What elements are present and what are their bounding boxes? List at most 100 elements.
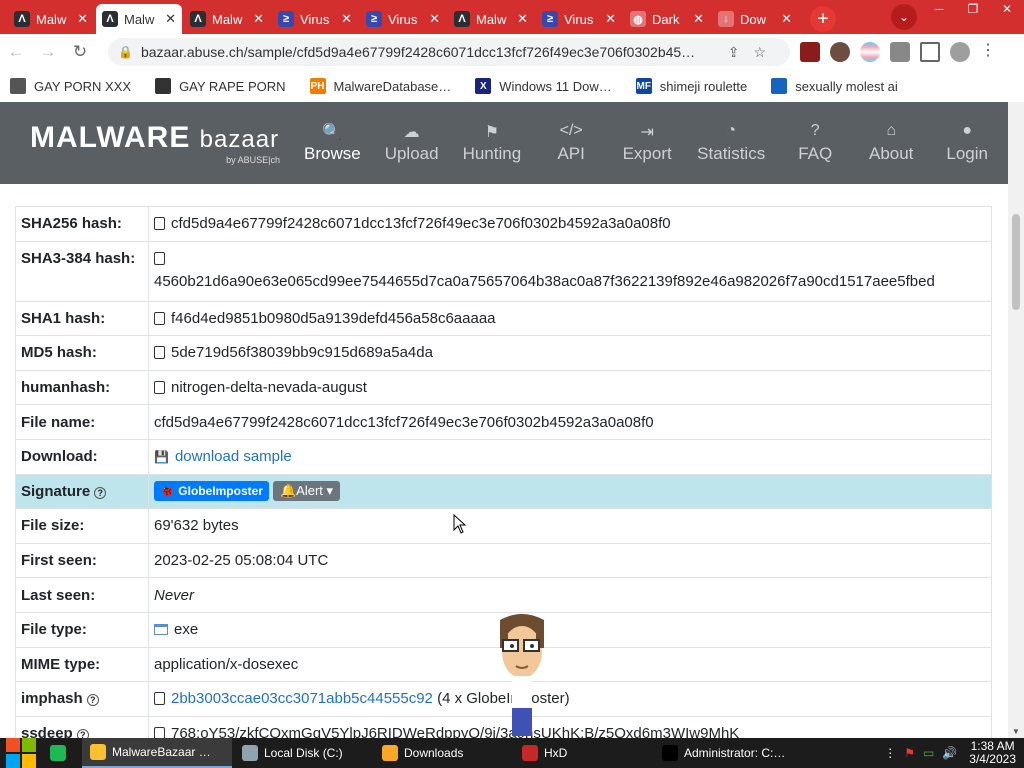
chrome-menu-icon[interactable]: ⋮: [980, 42, 996, 62]
browser-tab[interactable]: ≥ Virus ✕: [360, 4, 446, 34]
bookmark-item[interactable]: PH MalwareDatabase…: [309, 78, 451, 94]
tab-close-icon[interactable]: ✕: [77, 11, 88, 27]
nav-item-hunting[interactable]: ⚑ Hunting: [463, 122, 522, 164]
hxd-icon: [522, 745, 538, 761]
new-tab-button[interactable]: +: [810, 6, 836, 32]
globe-icon: ◍: [630, 11, 646, 27]
volume-icon[interactable]: 🔊: [942, 746, 957, 760]
window-icon: [154, 624, 168, 636]
nav-item-statistics[interactable]: ◔ Statistics: [697, 122, 765, 164]
copy-icon[interactable]: [154, 311, 165, 325]
help-icon[interactable]: ?: [94, 486, 107, 499]
virustotal-icon: ≥: [366, 11, 382, 27]
copy-icon[interactable]: [154, 251, 165, 265]
avatar-extension-icon[interactable]: [830, 42, 850, 62]
help-icon[interactable]: ?: [86, 694, 99, 707]
browser-tab[interactable]: Λ Malw ✕: [184, 4, 270, 34]
tab-close-icon[interactable]: ✕: [341, 11, 352, 27]
green-app-icon: [50, 745, 66, 761]
bookmark-label: GAY PORN XXX: [34, 78, 132, 94]
taskbar-label: Downloads: [404, 746, 464, 760]
tab-search-button[interactable]: ⌄: [891, 4, 917, 30]
profile-avatar[interactable]: [950, 42, 970, 62]
nav-item-browse[interactable]: 🔍 Browse: [304, 122, 361, 164]
url-omnibox[interactable]: 🔒 bazaar.abuse.ch/sample/cfd5d9a4e67799f…: [108, 38, 790, 66]
shimeji-character[interactable]: [494, 612, 550, 738]
taskbar-item[interactable]: MalwareBazaar …: [82, 738, 232, 768]
table-row-signature: Signature? 🐞 GlobeImposter 🔔Alert ▾: [15, 473, 992, 510]
scrollbar-thumb[interactable]: [1012, 214, 1020, 310]
nav-item-login[interactable]: ● Login: [941, 122, 993, 164]
taskbar-item[interactable]: HxD: [514, 738, 652, 768]
nav-label: About: [868, 144, 914, 163]
flag-icon[interactable]: ⚑: [904, 746, 915, 760]
nav-item-about[interactable]: ⌂ About: [865, 122, 917, 164]
tab-close-icon[interactable]: ✕: [517, 11, 528, 27]
browser-tab[interactable]: ≥ Virus ✕: [272, 4, 358, 34]
lastseen-value: Never: [148, 577, 992, 613]
share-bookmark-icons[interactable]: ⇪☆: [728, 44, 780, 61]
reload-button[interactable]: ↻: [64, 42, 96, 62]
network-icon[interactable]: ▭: [923, 746, 934, 760]
bell-icon: 🔔: [279, 483, 297, 499]
tab-close-icon[interactable]: ✕: [693, 11, 704, 27]
back-button[interactable]: ←: [0, 42, 32, 62]
tab-close-icon[interactable]: ✕: [781, 11, 792, 27]
bookmark-item[interactable]: GAY PORN XXX: [10, 78, 131, 94]
imphash-link[interactable]: 2bb3003ccae03cc3071abb5c44555c92: [171, 690, 433, 707]
bookmark-item[interactable]: GAY RAPE PORN: [155, 78, 286, 94]
maximize-button[interactable]: ❐: [956, 0, 990, 18]
lock-icon[interactable]: 🔒: [118, 45, 133, 59]
bookmark-item[interactable]: MF shimeji roulette: [635, 78, 747, 94]
signature-label: Signature: [21, 482, 91, 500]
copy-icon[interactable]: [154, 381, 165, 395]
copy-icon[interactable]: [154, 217, 165, 231]
malware-bazaar-icon: Λ: [190, 11, 206, 27]
browser-tab[interactable]: Λ Malw ✕: [448, 4, 534, 34]
logo-main: MALWARE: [30, 121, 191, 154]
taskbar-item[interactable]: [42, 738, 80, 768]
sidepanel-icon[interactable]: [920, 42, 940, 62]
browser-tab[interactable]: ≥ Virus ✕: [536, 4, 622, 34]
nav-item-faq[interactable]: ? FAQ: [789, 122, 841, 164]
tab-close-icon[interactable]: ✕: [605, 11, 616, 27]
taskbar-item[interactable]: Local Disk (C:): [234, 738, 372, 768]
bookmark-item[interactable]: X Windows 11 Dow…: [475, 78, 612, 94]
copy-icon[interactable]: [154, 692, 165, 706]
ublock-extension-icon[interactable]: [800, 42, 820, 62]
nav-item-upload[interactable]: ☁ Upload: [385, 122, 439, 164]
puzzle-extensions-icon[interactable]: [890, 42, 910, 62]
close-window-button[interactable]: ✕: [990, 0, 1024, 18]
download-sample-link[interactable]: download sample: [175, 448, 292, 465]
start-button[interactable]: [0, 738, 42, 768]
signature-badge[interactable]: 🐞 GlobeImposter: [154, 481, 269, 502]
browser-tab[interactable]: ◍ Dark ✕: [624, 4, 710, 34]
tab-close-icon[interactable]: ✕: [253, 11, 264, 27]
table-row: MD5 hash: 5de719d56f38039bb9c915d689a5a4…: [15, 335, 992, 371]
nav-item-export[interactable]: ⇥ Export: [621, 122, 673, 164]
taskbar-item[interactable]: Administrator: C:…: [654, 738, 804, 768]
url-text[interactable]: bazaar.abuse.ch/sample/cfd5d9a4e67799f24…: [141, 44, 728, 60]
nav-item-api[interactable]: </> API: [545, 122, 597, 164]
tab-close-icon[interactable]: ✕: [165, 11, 176, 27]
forward-button[interactable]: →: [32, 42, 64, 62]
export-icon: ⇥: [640, 124, 654, 141]
tray-overflow-icon[interactable]: ⋮: [884, 746, 896, 760]
browser-tab[interactable]: Λ Malw ✕: [96, 4, 182, 34]
browser-tab[interactable]: Λ Malw ✕: [8, 4, 94, 34]
tab-close-icon[interactable]: ✕: [429, 11, 440, 27]
bookmark-item[interactable]: sexually molest ai: [771, 78, 898, 94]
browser-tab[interactable]: ↓ Dow ✕: [712, 4, 798, 34]
taskbar-item[interactable]: Downloads: [374, 738, 512, 768]
alert-dropdown-button[interactable]: 🔔Alert ▾: [272, 481, 341, 502]
clock[interactable]: 1:38 AM 3/4/2023: [969, 740, 1016, 766]
copy-icon[interactable]: [154, 346, 165, 360]
site-logo[interactable]: MALWARE bazaar by ABUSE|ch: [30, 121, 280, 165]
window-controls: ─ ❐ ✕: [922, 0, 1024, 18]
scroll-down-arrow-icon[interactable]: ▼: [1012, 727, 1020, 736]
flag-extension-icon[interactable]: [860, 42, 880, 62]
sha256-value: cfd5d9a4e67799f2428c6071dcc13fcf726f49ec…: [171, 215, 671, 233]
minimize-button[interactable]: ─: [922, 0, 956, 18]
ph-icon: PH: [309, 78, 326, 94]
page-scrollbar[interactable]: ▼: [1008, 102, 1024, 738]
